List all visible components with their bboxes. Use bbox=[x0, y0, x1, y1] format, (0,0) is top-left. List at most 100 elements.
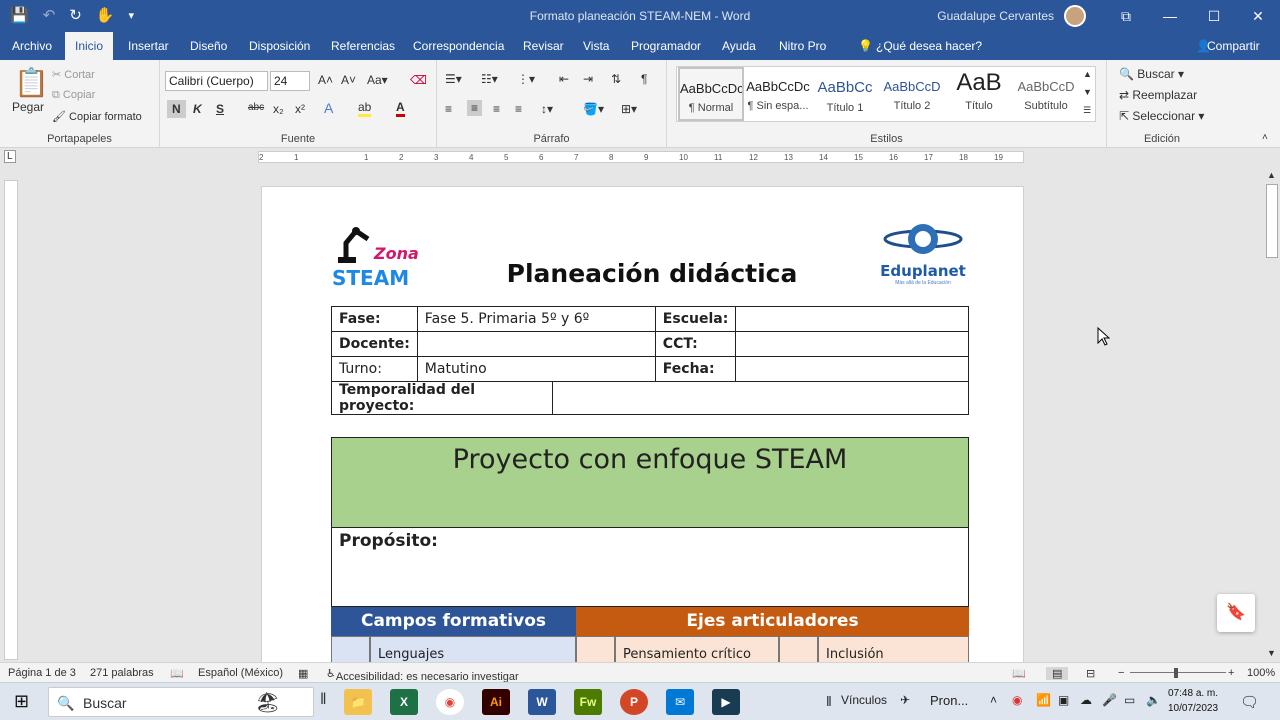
tab-programador[interactable]: Programador bbox=[621, 32, 711, 60]
tab-revisar[interactable]: Revisar bbox=[513, 32, 574, 60]
style-normal[interactable]: AaBbCcDc ¶ Normal bbox=[678, 67, 744, 121]
weather-widget[interactable]: Pron... bbox=[930, 693, 968, 708]
styles-scroll-up-icon[interactable]: ▲ bbox=[1083, 69, 1092, 79]
tab-correspondencia[interactable]: Correspondencia bbox=[403, 32, 514, 60]
tell-me-input[interactable]: ¿Qué desea hacer? bbox=[866, 32, 992, 60]
proposito-cell[interactable]: Propósito: bbox=[331, 527, 969, 607]
excel-icon[interactable]: X bbox=[390, 689, 418, 715]
style-title[interactable]: AaB Título bbox=[946, 67, 1012, 121]
sort-icon[interactable]: ⇅ bbox=[611, 72, 621, 86]
mail-icon[interactable]: ✉ bbox=[666, 689, 694, 715]
collapse-ribbon-icon[interactable]: ˄ bbox=[1262, 132, 1268, 143]
tab-selector-icon[interactable]: L bbox=[4, 150, 16, 163]
web-layout-icon[interactable]: ⊟ bbox=[1086, 667, 1095, 680]
zoom-level[interactable]: 100% bbox=[1247, 667, 1275, 679]
page-count[interactable]: Página 1 de 3 bbox=[8, 667, 76, 679]
scroll-up-icon[interactable]: ▲ bbox=[1267, 170, 1276, 180]
align-right-icon[interactable]: ≡ bbox=[493, 102, 500, 116]
align-left-icon[interactable]: ≡ bbox=[445, 102, 452, 116]
meet-icon[interactable]: ▣ bbox=[1058, 693, 1069, 707]
font-color-icon[interactable]: A bbox=[396, 100, 405, 117]
decrease-indent-icon[interactable]: ⇤ bbox=[559, 72, 569, 86]
volume-icon[interactable]: 🔈 bbox=[1146, 693, 1161, 707]
ribbon-display-button[interactable]: ⧉ bbox=[1104, 8, 1148, 25]
shrink-font-icon[interactable]: A˅ bbox=[341, 73, 356, 87]
fase-value[interactable]: Fase 5. Primaria 5º y 6º bbox=[416, 306, 656, 332]
italic-button[interactable]: K bbox=[193, 102, 202, 116]
tray-chevron-icon[interactable]: ˄ bbox=[990, 693, 997, 707]
word-icon[interactable]: W bbox=[528, 689, 556, 715]
ruler-bar[interactable]: 2 1 1 2 3 4 5 6 7 8 9 10 11 12 13 14 15 16 17 18 19 bbox=[258, 151, 1024, 163]
accessibility-status[interactable]: ♿ Accesibilidad: es necesario investigar bbox=[326, 667, 519, 683]
find-button[interactable]: 🔍 Buscar ▾ bbox=[1119, 67, 1184, 81]
change-case-icon[interactable]: Aa▾ bbox=[367, 73, 388, 87]
app-icon[interactable]: ▶ bbox=[712, 689, 740, 715]
numbering-icon[interactable]: ☷▾ bbox=[481, 72, 498, 86]
styles-more-icon[interactable]: ☰ bbox=[1083, 105, 1091, 116]
links-toolbar[interactable]: Vínculos bbox=[841, 693, 887, 707]
avatar[interactable] bbox=[1064, 5, 1086, 27]
bold-button[interactable]: N bbox=[167, 100, 186, 118]
strikethrough-button[interactable]: abc bbox=[248, 102, 264, 113]
microphone-icon[interactable]: 🎤 bbox=[1102, 693, 1117, 707]
tab-vista[interactable]: Vista bbox=[573, 32, 619, 60]
minimize-button[interactable]: — bbox=[1148, 8, 1192, 24]
tab-nitro-pro[interactable]: Nitro Pro bbox=[769, 32, 836, 60]
styles-scroll-down-icon[interactable]: ▼ bbox=[1083, 87, 1092, 97]
share-button[interactable]: Compartir bbox=[1197, 32, 1270, 60]
zoom-slider[interactable] bbox=[1130, 672, 1226, 673]
close-button[interactable]: ✕ bbox=[1236, 8, 1280, 25]
multilevel-list-icon[interactable]: ⋮▾ bbox=[517, 72, 535, 86]
bullets-icon[interactable]: ☰▾ bbox=[445, 72, 462, 86]
line-spacing-icon[interactable]: ↕▾ bbox=[541, 102, 553, 116]
fecha-value[interactable] bbox=[735, 356, 969, 382]
windows-start-icon[interactable]: ⊞ bbox=[14, 691, 29, 712]
bookmark-icon[interactable]: 🔖 bbox=[1217, 594, 1255, 632]
zoom-in-icon[interactable]: + bbox=[1228, 667, 1234, 679]
powerpoint-icon[interactable]: P bbox=[620, 689, 648, 715]
tab-archivo[interactable]: Archivo bbox=[2, 32, 62, 60]
paste-button[interactable]: Pegar bbox=[12, 100, 44, 114]
language-status[interactable]: Español (México) bbox=[198, 667, 283, 679]
weather-icon[interactable]: ✈ bbox=[900, 693, 910, 707]
maximize-button[interactable]: ☐ bbox=[1192, 8, 1236, 25]
zoom-slider-thumb[interactable] bbox=[1174, 668, 1178, 678]
cut-button[interactable]: ✂ Cortar bbox=[52, 68, 95, 81]
format-painter-button[interactable]: 🖌 Copiar formato bbox=[52, 110, 142, 123]
cct-value[interactable] bbox=[735, 331, 969, 357]
illustrator-icon[interactable]: Ai bbox=[482, 689, 510, 715]
align-center-icon[interactable]: ≡ bbox=[467, 100, 483, 116]
style-no-spacing[interactable]: AaBbCcDc ¶ Sin espa... bbox=[745, 67, 811, 121]
font-family-select[interactable]: Calibri (Cuerpo) bbox=[165, 71, 268, 91]
subscript-button[interactable]: x₂ bbox=[273, 102, 284, 116]
scroll-thumb[interactable] bbox=[1266, 184, 1278, 258]
turno-value[interactable]: Matutino bbox=[416, 356, 656, 382]
style-subtitle[interactable]: AaBbCcD Subtítulo bbox=[1013, 67, 1079, 121]
chrome-icon[interactable]: ◉ bbox=[436, 689, 464, 715]
vertical-scrollbar[interactable]: ▲ ▼ bbox=[1264, 170, 1280, 662]
word-count[interactable]: 271 palabras bbox=[90, 667, 154, 679]
copy-button[interactable]: ⧉ Copiar bbox=[52, 89, 95, 102]
user-name[interactable]: Guadalupe Cervantes bbox=[937, 9, 1054, 23]
battery-icon[interactable]: ▭ bbox=[1124, 693, 1135, 707]
style-heading-1[interactable]: AaBbCc Título 1 bbox=[812, 67, 878, 121]
underline-button[interactable]: S bbox=[216, 102, 224, 116]
replace-button[interactable]: ⇄ Reemplazar bbox=[1119, 88, 1197, 102]
tab-diseno[interactable]: Diseño bbox=[180, 32, 237, 60]
scroll-down-icon[interactable]: ▼ bbox=[1267, 648, 1276, 658]
justify-icon[interactable]: ≡ bbox=[515, 102, 522, 116]
record-icon[interactable]: ◉ bbox=[1012, 693, 1022, 707]
macro-icon[interactable]: ▦ bbox=[298, 667, 308, 680]
read-mode-icon[interactable]: 📖 bbox=[1012, 667, 1026, 680]
tab-referencias[interactable]: Referencias bbox=[321, 32, 405, 60]
notifications-icon[interactable]: 🗨 bbox=[1240, 693, 1259, 711]
text-effects-icon[interactable]: A bbox=[324, 100, 333, 116]
escuela-value[interactable] bbox=[735, 306, 969, 332]
tab-insertar[interactable]: Insertar bbox=[118, 32, 179, 60]
style-heading-2[interactable]: AaBbCcD Título 2 bbox=[879, 67, 945, 121]
show-marks-icon[interactable]: ¶ bbox=[641, 72, 647, 86]
clear-format-icon[interactable]: ⌫ bbox=[410, 73, 427, 87]
fireworks-icon[interactable]: Fw bbox=[574, 689, 602, 715]
file-explorer-icon[interactable]: 📁 bbox=[344, 689, 372, 715]
clock[interactable]: 07:48 a. m. 10/07/2023 bbox=[1168, 686, 1218, 716]
